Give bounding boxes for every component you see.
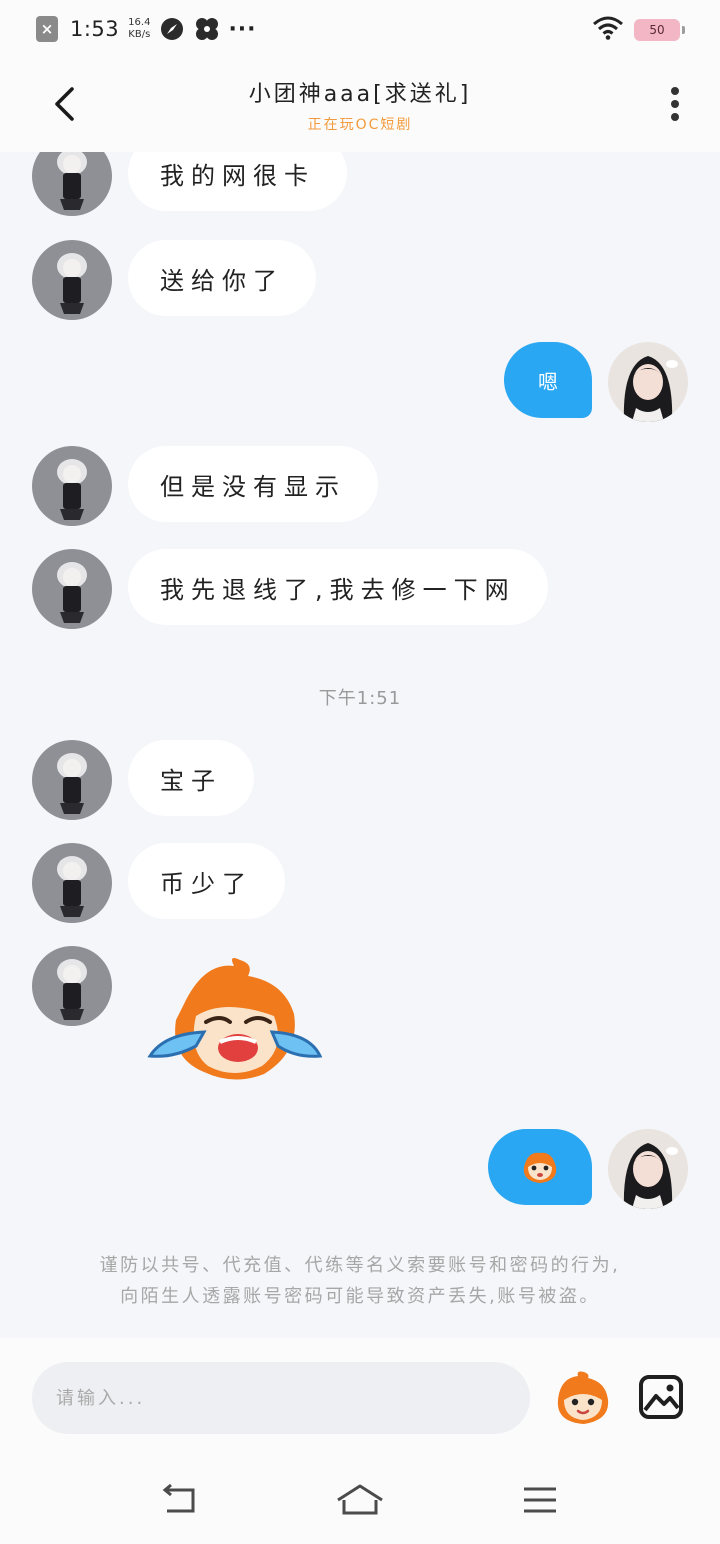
contact-avatar[interactable] xyxy=(32,549,112,629)
back-arrow-icon xyxy=(162,1484,195,1513)
message-text: 宝子 xyxy=(160,766,222,795)
nav-menu-button[interactable] xyxy=(515,1480,565,1520)
dot-icon xyxy=(671,113,679,121)
status-time: 1:53 xyxy=(70,17,120,41)
battery-icon: 50 xyxy=(634,19,685,41)
input-bar xyxy=(0,1338,720,1452)
timestamp-divider: 下午1:51 xyxy=(318,688,402,709)
network-speed: 16.4 KB/s xyxy=(128,17,150,41)
small-mascot-sticker xyxy=(523,1152,557,1183)
home-icon xyxy=(337,1484,383,1515)
page-title: 小团神aaa[求送礼] xyxy=(248,82,472,107)
message-bubble-outgoing[interactable] xyxy=(488,1129,592,1205)
warning-line-2: 向陌生人透露账号密码可能导致资产丢失,账号被盗。 xyxy=(120,1286,600,1307)
image-icon xyxy=(639,1375,683,1419)
message-bubble[interactable]: 送给你了 xyxy=(128,240,316,316)
message-input[interactable] xyxy=(32,1362,530,1434)
message-text: 但是没有显示 xyxy=(160,472,346,501)
contact-avatar[interactable] xyxy=(32,946,112,1026)
menu-icon xyxy=(524,1487,556,1513)
crying-mascot-sticker[interactable] xyxy=(144,956,324,1086)
notification-close-icon: × xyxy=(36,16,58,42)
message-bubble[interactable]: 我的网很卡 xyxy=(128,152,347,211)
contact-avatar[interactable] xyxy=(32,446,112,526)
contact-avatar[interactable] xyxy=(32,152,112,216)
message-text: 币少了 xyxy=(160,869,253,898)
nav-home-button[interactable] xyxy=(335,1480,385,1520)
fan-icon xyxy=(194,16,220,42)
dot-icon xyxy=(671,100,679,108)
image-button[interactable] xyxy=(638,1374,684,1420)
nav-back-button[interactable] xyxy=(154,1480,204,1520)
message-text: 嗯 xyxy=(538,369,558,394)
my-avatar[interactable] xyxy=(608,1129,688,1209)
back-button[interactable] xyxy=(44,82,84,126)
title-block: 小团神aaa[求送礼] 正在玩OC短剧 xyxy=(160,76,560,134)
contact-avatar[interactable] xyxy=(32,740,112,820)
message-text: 我先退线了,我去修一下网 xyxy=(160,575,516,604)
system-nav-bar xyxy=(0,1452,720,1544)
security-warning: 谨防以共号、代充值、代练等名义索要账号和密码的行为, 向陌生人透露账号密码可能导… xyxy=(40,1250,680,1312)
emoji-button[interactable] xyxy=(552,1370,614,1426)
message-bubble[interactable]: 币少了 xyxy=(128,843,285,919)
message-bubble[interactable]: 我先退线了,我去修一下网 xyxy=(128,549,548,625)
more-status-icon: ··· xyxy=(228,16,257,42)
message-bubble-outgoing[interactable]: 嗯 xyxy=(504,342,592,418)
contact-avatar[interactable] xyxy=(32,843,112,923)
more-options-button[interactable] xyxy=(660,84,690,124)
activity-status: 正在玩OC短剧 xyxy=(307,117,413,133)
message-bubble[interactable]: 但是没有显示 xyxy=(128,446,378,522)
network-speed-value: 16.4 xyxy=(128,17,151,28)
network-speed-unit: KB/s xyxy=(128,29,151,40)
battery-level: 50 xyxy=(649,23,665,37)
message-bubble[interactable]: 宝子 xyxy=(128,740,254,816)
message-text: 我的网很卡 xyxy=(160,161,315,190)
status-bar: × 1:53 16.4 KB/s ··· 50 xyxy=(0,0,720,58)
my-avatar[interactable] xyxy=(608,342,688,422)
compass-icon xyxy=(160,17,184,41)
mascot-emoji-icon xyxy=(557,1371,609,1424)
chat-message-list[interactable]: 我的网很卡 送给你了 嗯 但是没有显示 我先退线了,我去修一下网 下午1:51 … xyxy=(0,152,720,1338)
chat-header: 小团神aaa[求送礼] 正在玩OC短剧 xyxy=(0,58,720,152)
warning-line-1: 谨防以共号、代充值、代练等名义索要账号和密码的行为, xyxy=(99,1255,621,1276)
status-right: 50 xyxy=(592,16,685,44)
dot-icon xyxy=(671,87,679,95)
wifi-icon xyxy=(592,16,624,44)
chevron-left-icon xyxy=(55,87,74,121)
contact-avatar[interactable] xyxy=(32,240,112,320)
message-text: 送给你了 xyxy=(160,266,284,295)
